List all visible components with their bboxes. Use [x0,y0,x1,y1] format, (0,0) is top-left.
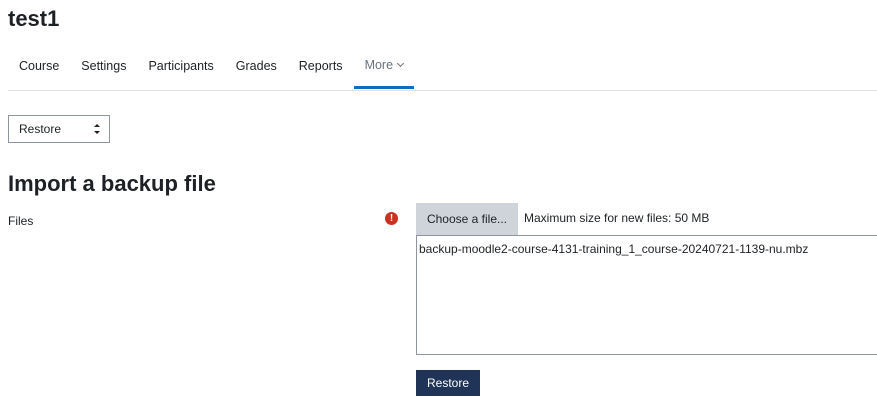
file-drop-area[interactable]: backup-moodle2-course-4131-training_1_co… [416,235,877,355]
max-size-text: Maximum size for new files: 50 MB [524,211,710,225]
tab-reports-label: Reports [298,59,343,73]
tab-grades-label: Grades [235,59,277,73]
tab-grades[interactable]: Grades [225,48,288,84]
select-value: Restore [19,122,62,136]
tab-participants-label: Participants [148,59,214,73]
tab-more[interactable]: More [353,48,415,89]
secondary-navigation: Course Settings Participants Grades Repo… [8,48,877,91]
required-icon: ! [385,212,398,225]
course-title: test1 [8,6,60,31]
section-heading: Import a backup file [8,171,216,196]
file-item[interactable]: backup-moodle2-course-4131-training_1_co… [419,242,808,256]
restore-button[interactable]: Restore [416,370,480,396]
choose-file-button[interactable]: Choose a file... [416,203,518,235]
select-arrows-icon [94,124,100,134]
tab-course[interactable]: Course [8,48,70,84]
tab-more-label: More [364,57,394,72]
tab-more-content: More [364,57,405,72]
chevron-down-icon [397,59,405,67]
tab-course-label: Course [19,59,60,73]
page: test1 Course Settings Participants Grade… [0,0,877,396]
tab-settings[interactable]: Settings [70,48,137,84]
tertiary-navigation-select[interactable]: Restore [8,115,110,143]
tab-reports[interactable]: Reports [288,48,354,84]
files-label: Files [8,214,34,228]
tab-settings-label: Settings [81,59,127,73]
tab-participants[interactable]: Participants [137,48,224,84]
